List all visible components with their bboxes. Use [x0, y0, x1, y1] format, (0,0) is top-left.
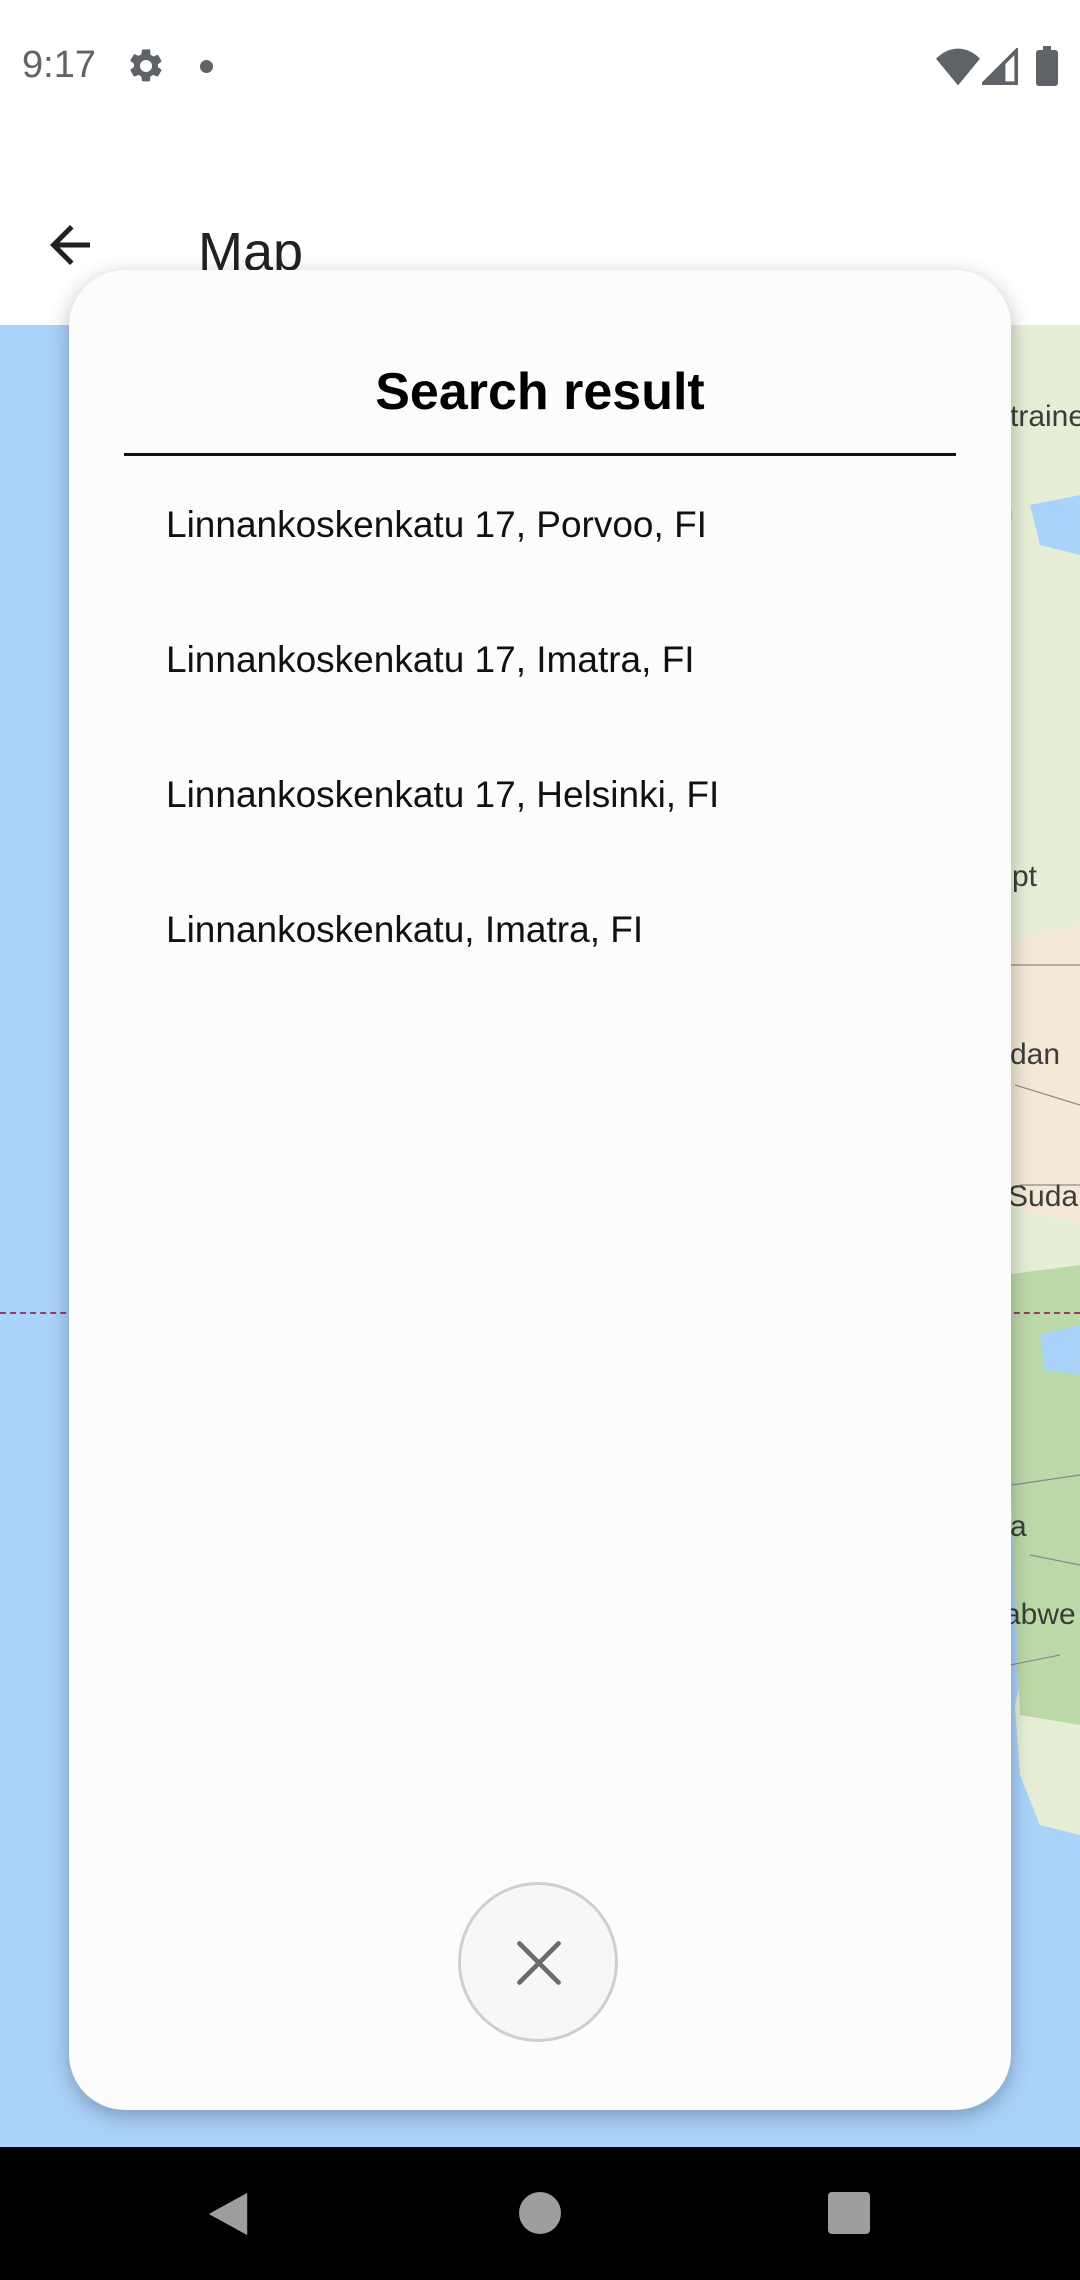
- map-label: Sudan: [1008, 1180, 1080, 1213]
- status-time: 9:17: [22, 44, 96, 86]
- result-item[interactable]: Linnankoskenkatu 17, Imatra, FI: [69, 591, 1011, 726]
- dialog-title: Search result: [375, 363, 705, 421]
- result-item[interactable]: Linnankoskenkatu, Imatra, FI: [69, 861, 1011, 996]
- signal-icon: [982, 48, 1018, 85]
- system-nav-bar: [0, 2147, 1080, 2280]
- result-item[interactable]: Linnankoskenkatu 17, Helsinki, FI: [69, 726, 1011, 861]
- nav-recents-icon[interactable]: [828, 2192, 870, 2234]
- result-label: Linnankoskenkatu 17, Helsinki, FI: [166, 774, 720, 815]
- result-label: Linnankoskenkatu, Imatra, FI: [166, 909, 644, 950]
- map-label: pt: [1012, 860, 1038, 893]
- close-button[interactable]: [458, 1882, 618, 2042]
- notification-dot-icon: [200, 60, 213, 73]
- battery-icon: [1036, 46, 1058, 86]
- close-icon: [517, 1941, 561, 1985]
- map-label: traine: [1010, 400, 1080, 433]
- gear-icon: [130, 49, 162, 82]
- result-item[interactable]: Linnankoskenkatu 17, Porvoo, FI: [69, 456, 1011, 591]
- result-list: Linnankoskenkatu 17, Porvoo, FI Linnanko…: [69, 456, 1011, 996]
- map-label: dan: [1010, 1038, 1061, 1071]
- search-result-dialog: Search result Linnankoskenkatu 17, Porvo…: [69, 270, 1011, 2110]
- map-label: a: [1010, 1510, 1027, 1543]
- arrow-left-icon[interactable]: [40, 215, 100, 275]
- wifi-icon: [936, 48, 980, 86]
- result-label: Linnankoskenkatu 17, Imatra, FI: [166, 639, 695, 680]
- nav-home-icon[interactable]: [519, 2192, 561, 2234]
- result-label: Linnankoskenkatu 17, Porvoo, FI: [166, 504, 707, 545]
- nav-back-icon[interactable]: [204, 2189, 252, 2239]
- status-bar: 9:17: [0, 0, 1080, 135]
- map-label: abwe: [1004, 1598, 1076, 1631]
